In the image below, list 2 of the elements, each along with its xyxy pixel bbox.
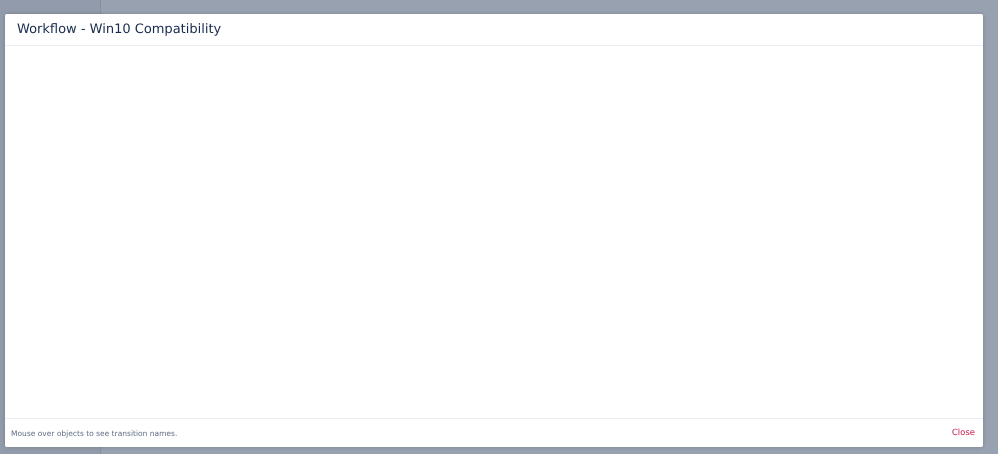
dialog-title: Workflow - Win10 Compatibility: [17, 22, 222, 37]
close-button[interactable]: Close: [950, 426, 977, 440]
